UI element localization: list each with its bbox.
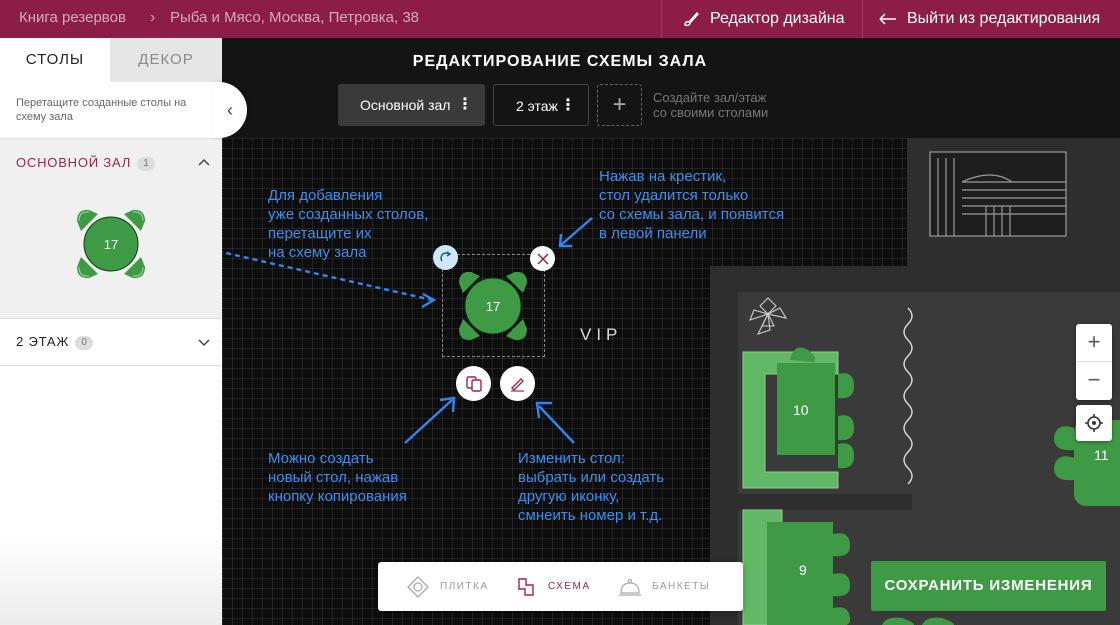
sidebar-tabs: СТОЛЫ ДЕКОР [0,38,222,82]
arrow-left-icon [879,13,896,25]
exit-edit-label: Выйти из редактирования [907,10,1101,27]
breadcrumb-root[interactable]: Книга резервов [19,0,126,38]
section-floor-2-title[interactable]: 2 ЭТАЖ 0 [16,334,94,350]
copy-icon [465,375,482,392]
breadcrumb-separator: › [150,9,156,26]
editor-header: РЕДАКТИРОВАНИЕ СХЕМЫ ЗАЛА Основной зал ⋮… [222,38,1120,138]
design-editor-button[interactable]: Редактор дизайна [661,0,862,38]
tile-icon [407,575,429,598]
sidebar-footer [0,535,222,625]
sidebar: СТОЛЫ ДЕКОР Перетащите созданные столы н… [0,38,222,625]
close-icon [536,252,549,265]
section-main-hall-label: ОСНОВНОЙ ЗАЛ [16,155,132,170]
add-hall-hint: Создайте зал/этаж со своими столами [653,90,769,120]
copy-table-button[interactable] [456,366,491,401]
sidebar-hint: Перетащите созданные столы на схему зала [16,97,187,123]
chevron-up-icon[interactable] [198,155,210,169]
pencil-icon [510,377,524,392]
tab-decor[interactable]: ДЕКОР [110,38,222,82]
zoom-in-button[interactable]: + [1076,324,1112,362]
brush-icon [684,11,699,27]
view-scheme-label: СХЕМА [548,581,591,592]
exit-edit-button[interactable]: Выйти из редактирования [862,0,1120,38]
annotation-arrows [222,217,593,444]
zoom-controls: + − [1076,324,1112,400]
section-floor-2: 2 ЭТАЖ 0 [0,319,222,366]
remove-table-button[interactable] [530,246,555,271]
sidebar-table-number: 17 [104,237,118,252]
section-floor-2-count: 0 [75,336,94,350]
rotate-icon [439,250,451,261]
view-banquets-label: БАНКЕТЫ [652,581,711,592]
more-vertical-icon[interactable]: ⋮ [560,85,576,127]
rotate-button[interactable] [433,245,458,270]
top-bar: Книга резервов › Рыба и Мясо, Москва, Пе… [0,0,1120,38]
save-changes-button[interactable]: СОХРАНИТЬ ИЗМЕНЕНИЯ [871,561,1106,611]
hall-main-button[interactable]: Основной зал ⋮ [338,84,485,126]
selected-table-17[interactable]: 17 [450,263,536,349]
more-vertical-icon[interactable]: ⋮ [457,84,473,126]
view-tile-button[interactable]: ПЛИТКА [406,562,489,611]
chevron-down-icon[interactable] [198,336,210,350]
section-main-hall-count: 1 [137,157,156,171]
cloche-icon [619,578,641,596]
crosshair-icon [1085,414,1103,432]
add-hall-button[interactable]: + [597,84,642,126]
section-main-hall: ОСНОВНОЙ ЗАЛ 1 17 [0,138,222,319]
hall-main-label: Основной зал [360,97,451,113]
design-editor-label: Редактор дизайна [710,10,845,27]
chevron-left-icon: ‹ [227,99,233,120]
breadcrumb-restaurant[interactable]: Рыба и Мясо, Москва, Петровка, 38 [170,0,419,38]
center-view-button[interactable] [1076,405,1112,441]
view-scheme-button[interactable]: СХЕМА [516,562,591,611]
section-main-hall-title[interactable]: ОСНОВНОЙ ЗАЛ 1 [16,155,156,171]
hall-floor2-label: 2 этаж [516,98,558,114]
view-banquets-button[interactable]: БАНКЕТЫ [618,562,710,611]
sidebar-table-17[interactable]: 17 [68,201,154,287]
edit-table-button[interactable] [500,366,535,401]
page-title: РЕДАКТИРОВАНИЕ СХЕМЫ ЗАЛА [412,53,708,70]
view-switcher: ПЛИТКА СХЕМА БАНКЕТЫ [378,562,743,611]
zoom-out-button[interactable]: − [1076,362,1112,400]
floor-canvas[interactable]: VIP 10 11 9 Для добавления уже созданных… [222,138,1120,625]
section-floor-2-label: 2 ЭТАЖ [16,334,70,349]
tab-tables[interactable]: СТОЛЫ [0,38,110,82]
selected-table-number: 17 [486,299,500,314]
scheme-icon [518,577,534,596]
hall-floor2-button[interactable]: 2 этаж ⋮ [493,84,589,126]
view-tile-label: ПЛИТКА [440,581,489,592]
